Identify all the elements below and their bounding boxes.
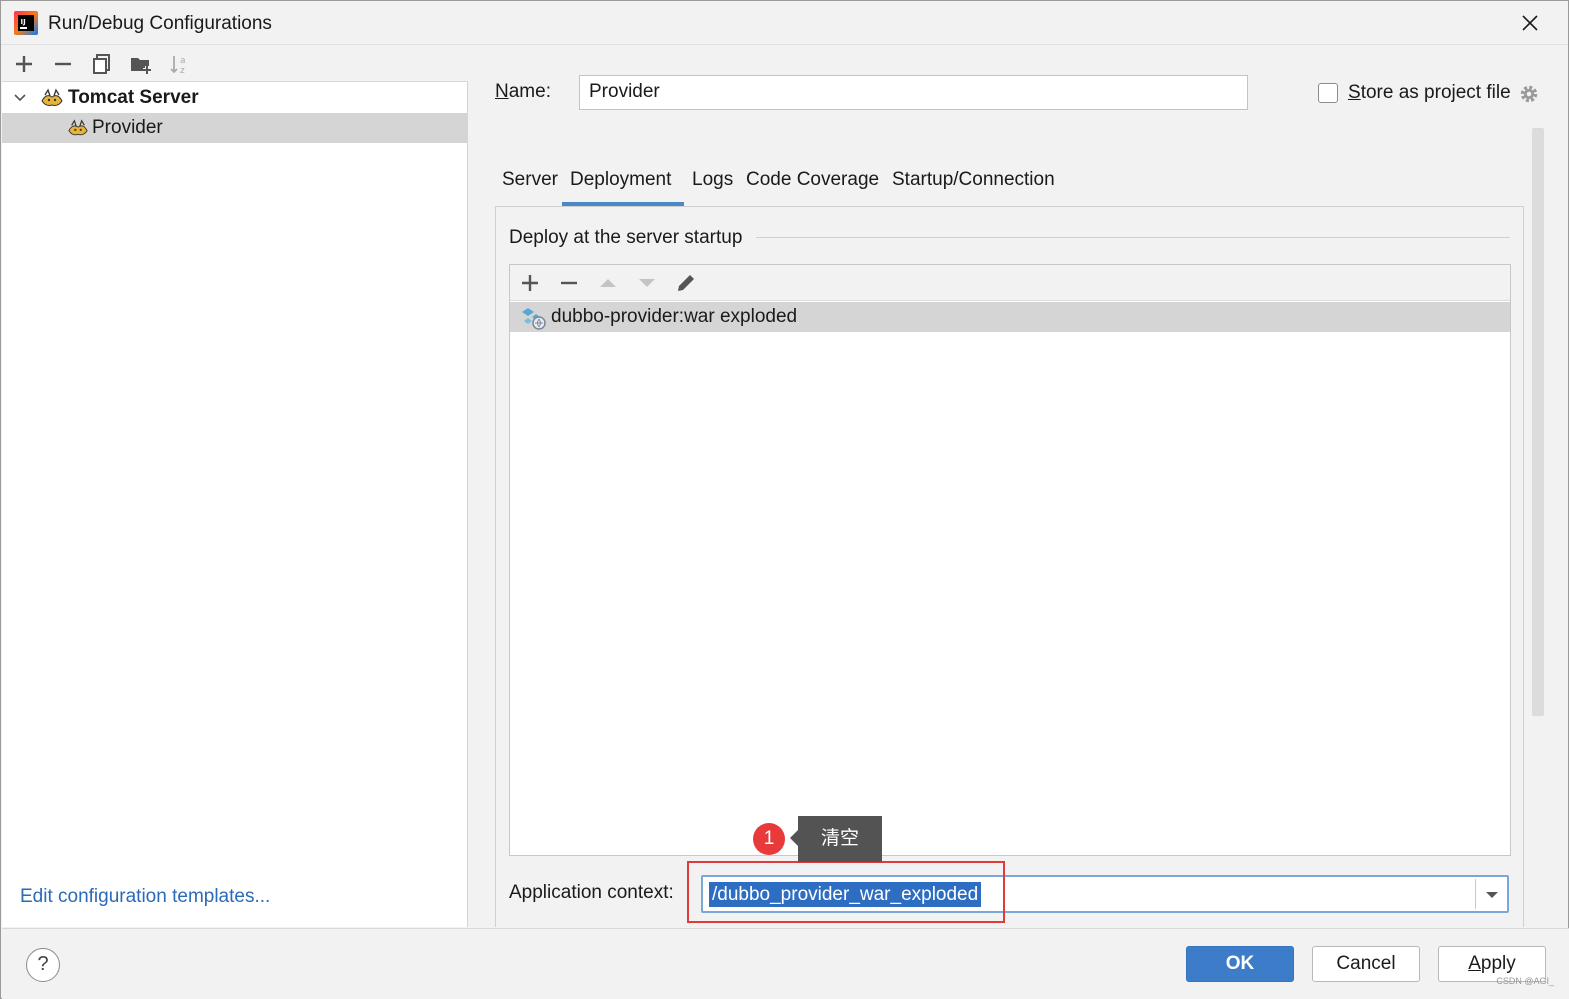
store-as-project-file-label[interactable]: Store as project file <box>1348 82 1511 104</box>
tomcat-icon <box>68 119 88 136</box>
svg-text:a: a <box>180 56 186 66</box>
chevron-down-icon[interactable] <box>1483 886 1501 904</box>
name-label: Name: <box>495 81 551 103</box>
artifact-list: dubbo-provider:war exploded <box>509 264 1511 856</box>
tree-item-label: Tomcat Server <box>68 87 199 108</box>
tomcat-icon <box>41 88 63 106</box>
minus-icon[interactable] <box>51 52 75 76</box>
name-label-rest: ame: <box>508 81 551 102</box>
arrow-down-icon[interactable] <box>635 271 659 295</box>
name-mnemonic: N <box>495 81 509 102</box>
configuration-editor: Name: Provider Store as project file Ser… <box>469 46 1568 927</box>
plus-icon[interactable] <box>518 271 542 295</box>
configuration-tree-panel: az Tomcat Server Provider Edit configura… <box>2 46 468 927</box>
group-title: Deploy at the server startup <box>509 227 751 249</box>
svg-text:IJ: IJ <box>21 18 26 26</box>
name-input[interactable]: Provider <box>579 75 1248 110</box>
apply-mnemonic: A <box>1468 953 1481 974</box>
plus-icon[interactable] <box>12 52 36 76</box>
tree-item-label: Provider <box>92 117 163 138</box>
arrow-up-icon[interactable] <box>596 271 620 295</box>
watermark: CSDN @AGI_ <box>1496 976 1554 986</box>
intellij-app-icon: IJ <box>14 11 38 35</box>
tooltip-tail <box>790 830 798 846</box>
highlight-box <box>687 861 1005 923</box>
combo-divider <box>1475 879 1476 909</box>
apply-label-rest: pply <box>1480 953 1516 974</box>
tree-item-tomcat-server[interactable]: Tomcat Server <box>2 83 468 113</box>
chevron-down-icon[interactable] <box>12 90 28 106</box>
copy-icon[interactable] <box>90 52 114 76</box>
tab-startup-connection[interactable]: Startup/Connection <box>892 169 1055 191</box>
pencil-icon[interactable] <box>674 271 698 295</box>
step-badge: 1 <box>753 823 785 855</box>
help-button[interactable]: ? <box>26 948 60 982</box>
application-context-label: Application context: <box>509 882 674 903</box>
store-as-project-file-checkbox[interactable] <box>1318 83 1338 103</box>
sort-icon[interactable]: az <box>168 52 192 76</box>
vertical-scrollbar[interactable] <box>1532 128 1544 716</box>
tree-item-provider[interactable]: Provider <box>2 113 468 143</box>
tree-toolbar: az <box>2 46 468 82</box>
deployment-tab-content: Deploy at the server startup dubbo-provi… <box>495 206 1524 927</box>
annotation-tooltip: 清空 <box>798 816 882 862</box>
store-label-rest: tore as project file <box>1360 82 1511 103</box>
ok-button[interactable]: OK <box>1186 946 1294 982</box>
group-separator <box>756 237 1510 238</box>
artifact-list-toolbar <box>510 265 1510 301</box>
svg-text:z: z <box>180 66 185 76</box>
dialog-button-bar: ? OK Cancel Apply <box>2 928 1569 999</box>
artifact-label: dubbo-provider:war exploded <box>551 306 798 327</box>
gear-icon[interactable] <box>1518 83 1540 105</box>
run-debug-dialog: IJ Run/Debug Configurations az Tomcat Se… <box>0 0 1569 999</box>
folder-add-icon[interactable] <box>129 52 153 76</box>
edit-templates-link[interactable]: Edit configuration templates... <box>20 886 270 908</box>
store-mnemonic: S <box>1348 82 1361 103</box>
war-exploded-icon <box>522 308 546 330</box>
title-bar: IJ Run/Debug Configurations <box>1 1 1568 45</box>
artifact-row[interactable]: dubbo-provider:war exploded <box>510 302 1510 332</box>
minus-icon[interactable] <box>557 271 581 295</box>
tab-logs[interactable]: Logs <box>692 169 733 191</box>
tab-code-coverage[interactable]: Code Coverage <box>746 169 879 191</box>
tab-server[interactable]: Server <box>502 169 558 191</box>
tab-deployment[interactable]: Deployment <box>570 169 671 191</box>
window-title: Run/Debug Configurations <box>48 13 272 34</box>
cancel-button[interactable]: Cancel <box>1312 946 1420 982</box>
close-icon[interactable] <box>1518 11 1542 35</box>
